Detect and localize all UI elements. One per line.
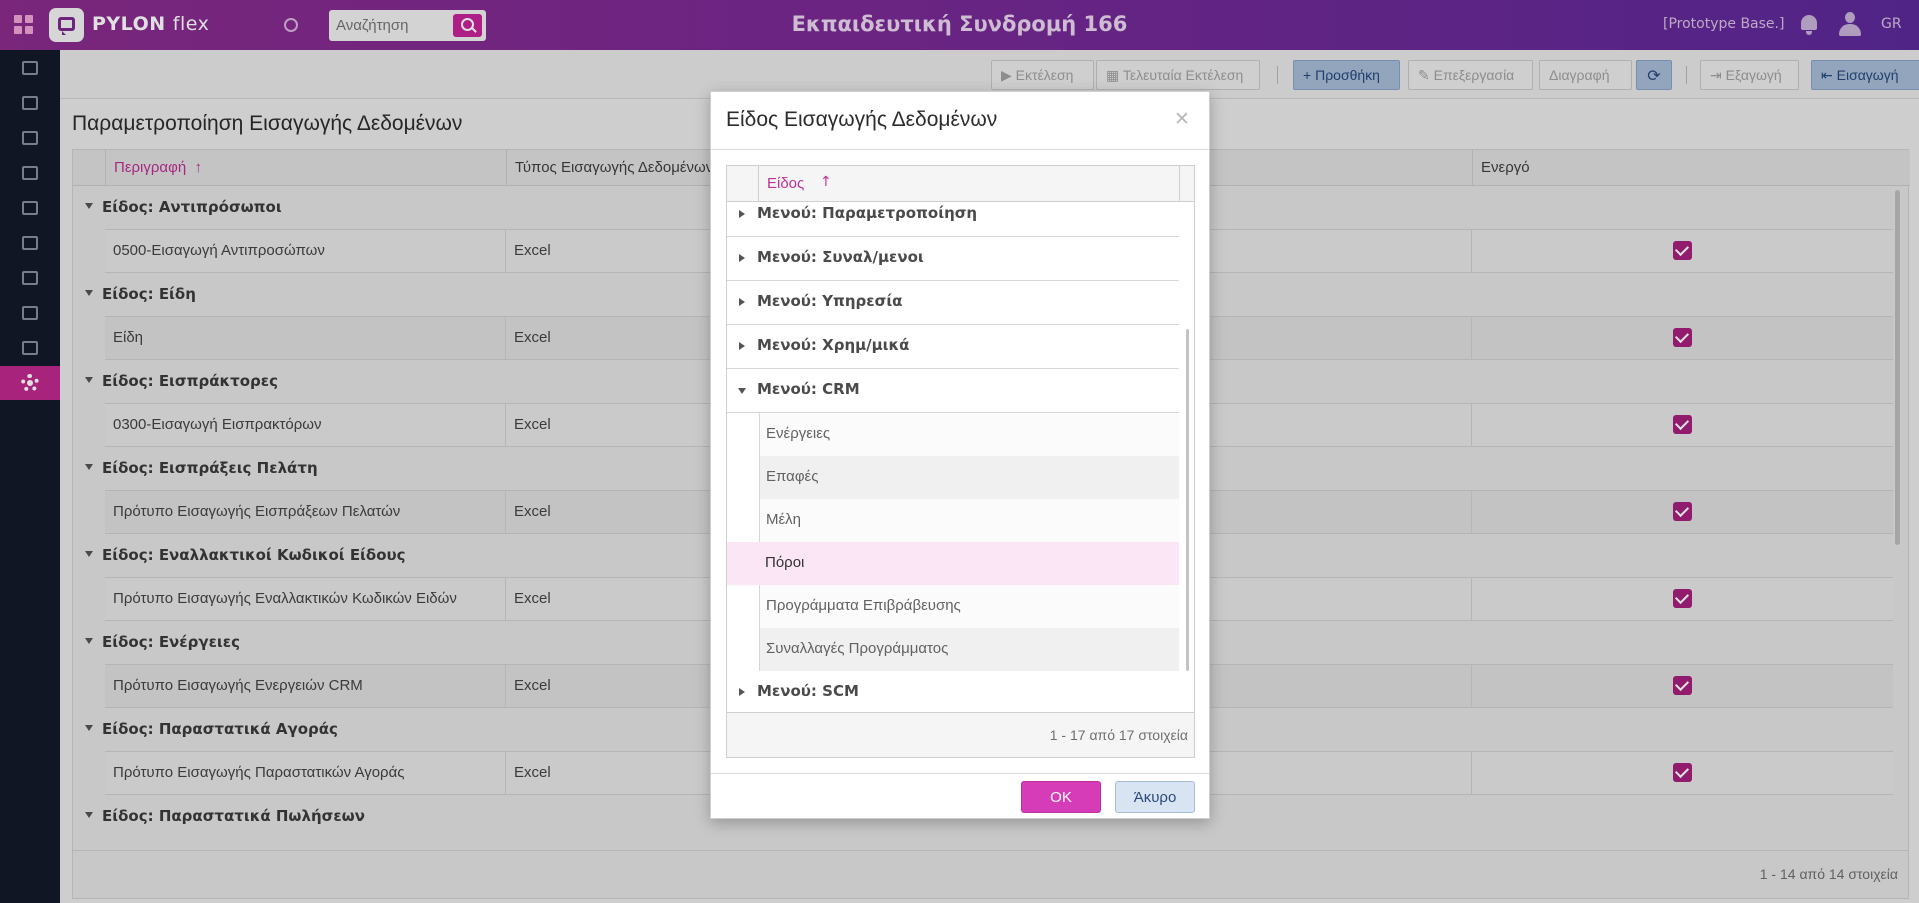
dialog-grid-header: Είδος ↑ (727, 166, 1194, 202)
list-item[interactable]: Πόροι (727, 542, 1179, 585)
expand-right-icon[interactable] (739, 342, 745, 350)
menu-group-title: Μενού: SCM (757, 682, 859, 700)
cancel-button[interactable]: Άκυρο (1115, 781, 1195, 813)
menu-group[interactable]: Μενού: CRM (727, 369, 1179, 413)
menu-group-title: Μενού: Παραμετροποίηση (757, 204, 978, 222)
menu-group[interactable]: Μενού: Χρημ/μικά (727, 325, 1179, 369)
dialog-grid-footer: 1 - 17 από 17 στοιχεία (727, 712, 1194, 757)
expand-right-icon[interactable] (739, 210, 745, 218)
menu-group-title: Μενού: Συναλ/μενοι (757, 248, 924, 266)
dialog-scrollbar[interactable] (1186, 329, 1189, 671)
dialog-grid-body: Μενού: Παραμετροποίηση Μενού: Συναλ/μενοι… (727, 202, 1194, 710)
close-icon[interactable]: ✕ (1174, 108, 1190, 130)
dialog-grid: Είδος ↑ Μενού: Παραμετροποίηση Μενού: Συν… (726, 165, 1195, 758)
menu-group-title: Μενού: Υπηρεσία (757, 292, 903, 310)
menu-group[interactable]: Μενού: SCM (727, 671, 1179, 710)
list-item[interactable]: Ενέργειες (759, 413, 1179, 456)
expand-right-icon[interactable] (739, 298, 745, 306)
list-item[interactable]: Προγράμματα Επιβράβευσης (759, 585, 1179, 628)
menu-group[interactable]: Μενού: Συναλ/μενοι (727, 237, 1179, 281)
menu-group-title: Μενού: Χρημ/μικά (757, 336, 910, 354)
dialog-title: Είδος Εισαγωγής Δεδομένων (726, 108, 998, 131)
expand-down-icon[interactable] (738, 388, 746, 394)
menu-group[interactable]: Μενού: Παραμετροποίηση (727, 202, 1179, 237)
sort-asc-icon: ↑ (820, 174, 832, 190)
import-type-dialog: Είδος Εισαγωγής Δεδομένων ✕ Είδος ↑ Μενο… (710, 91, 1210, 819)
ok-button[interactable]: OK (1021, 781, 1101, 813)
menu-group-title: Μενού: CRM (757, 380, 860, 398)
expand-right-icon[interactable] (739, 688, 745, 696)
expand-right-icon[interactable] (739, 254, 745, 262)
list-item[interactable]: Μέλη (759, 499, 1179, 542)
list-item[interactable]: Συναλλαγές Προγράμματος (759, 628, 1179, 671)
column-kind[interactable]: Είδος (767, 175, 804, 192)
list-item[interactable]: Επαφές (759, 456, 1179, 499)
menu-group[interactable]: Μενού: Υπηρεσία (727, 281, 1179, 325)
dialog-grid-count: 1 - 17 από 17 στοιχεία (1049, 727, 1188, 743)
